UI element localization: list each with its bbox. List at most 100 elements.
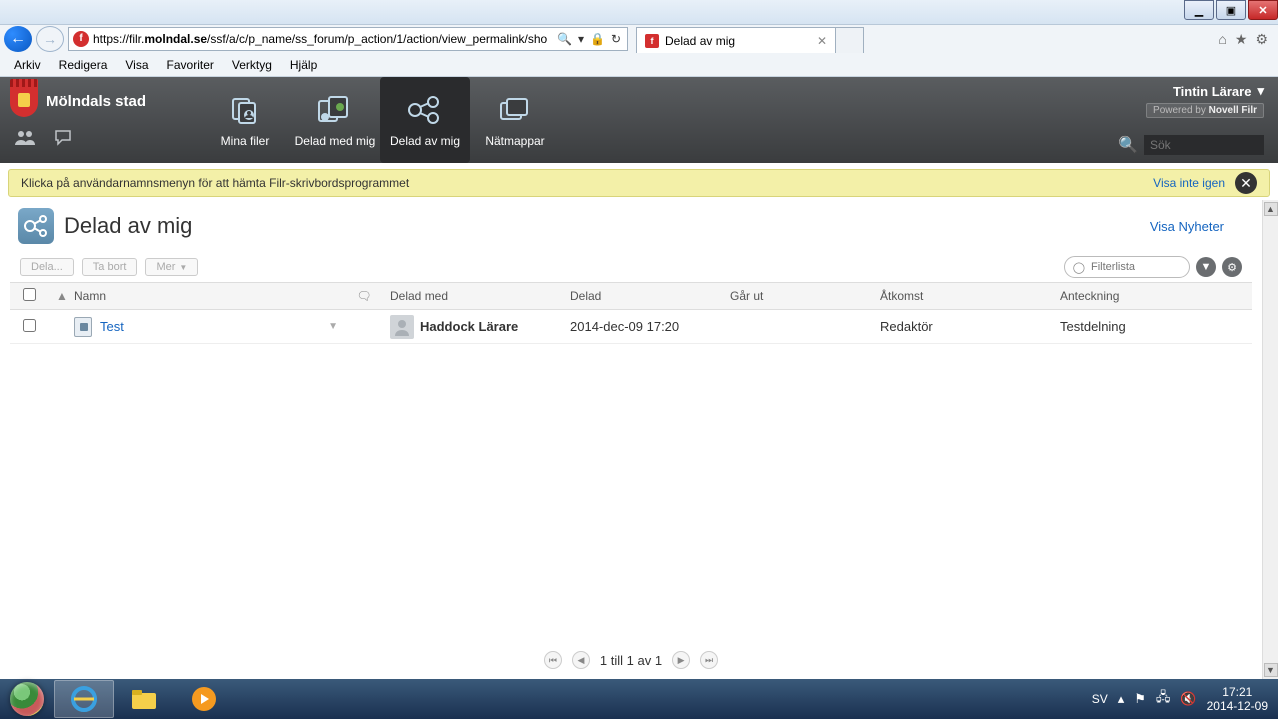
menu-visa[interactable]: Visa [125,58,148,72]
col-gar-ut[interactable]: Går ut [722,289,872,303]
task-ie[interactable] [54,680,114,718]
pager-prev-button[interactable]: ◀ [572,651,590,669]
row-shared-with: Haddock Lärare [420,319,518,334]
window-close-button[interactable]: ✕ [1248,0,1278,20]
window-minimize-button[interactable]: ▁ [1184,0,1214,20]
browser-menu-bar: Arkiv Redigera Visa Favoriter Verktyg Hj… [0,53,1278,77]
task-explorer[interactable] [114,680,174,718]
page-title: Delad av mig [64,213,192,239]
scroll-up-button[interactable]: ▲ [1264,202,1278,216]
col-comments-icon[interactable]: 🗨 [346,289,382,303]
chevron-down-icon: ▾ [1257,83,1264,99]
browser-tab[interactable]: f Delad av mig ✕ [636,27,836,53]
user-menu[interactable]: Tintin Lärare ▾ [1173,83,1264,99]
favorites-icon[interactable]: ★ [1235,31,1248,48]
filter-input-wrap[interactable]: ◯ [1064,256,1190,278]
page-title-icon [18,208,54,244]
pager-next-button[interactable]: ▶ [672,651,690,669]
task-media-player[interactable] [174,680,234,718]
brand[interactable]: Mölndals stad [0,77,200,121]
brand-shield-icon [10,85,38,117]
nav-label: Nätmappar [485,134,544,148]
shared-by-me-icon [405,92,445,128]
address-bar[interactable]: f https://filr.molndal.se/ssf/a/c/p_name… [68,27,628,51]
tab-close-button[interactable]: ✕ [817,34,827,48]
chat-icon[interactable] [52,127,78,149]
row-access: Redaktör [872,319,1052,334]
col-delad[interactable]: Delad [562,289,722,303]
tray-show-hidden-icon[interactable]: ▴ [1118,691,1125,707]
mer-button[interactable]: Mer▼ [145,258,198,276]
row-checkbox[interactable] [23,319,36,332]
col-namn[interactable]: Namn [66,289,346,303]
system-tray: SV ▴ ⚑ 🖧 🔇 17:21 2014-12-09 [1092,685,1278,714]
search-icon[interactable]: 🔍 [1118,135,1138,155]
forward-button[interactable]: → [36,26,64,52]
taskbar: SV ▴ ⚑ 🖧 🔇 17:21 2014-12-09 [0,679,1278,719]
sort-indicator-icon[interactable]: ▲ [48,289,66,303]
lock-icon[interactable]: 🔒 [590,32,605,46]
user-name: Tintin Lärare [1173,84,1252,99]
table-row[interactable]: Test ▼ Haddock Lärare 2014-dec-09 17:20 … [10,310,1252,344]
row-note: Testdelning [1052,319,1252,334]
nav-delad-av-mig[interactable]: Delad av mig [380,77,470,163]
col-delad-med[interactable]: Delad med [382,289,562,303]
nav-delad-med-mig[interactable]: Delad med mig [290,77,380,163]
nav-label: Delad av mig [390,134,460,148]
tools-icon[interactable]: ⚙ [1255,31,1268,48]
pager-first-button[interactable]: ⏮ [544,651,562,669]
notice-close-button[interactable]: ✕ [1235,172,1257,194]
row-menu-button[interactable]: ▼ [328,321,338,332]
tray-volume-icon[interactable]: 🔇 [1180,691,1196,707]
powered-by: Powered by Novell Filr [1146,103,1264,118]
row-name-link[interactable]: Test [100,319,124,334]
people-icon[interactable] [12,127,38,149]
dela-button[interactable]: Dela... [20,258,74,276]
tray-clock[interactable]: 17:21 2014-12-09 [1207,685,1268,714]
nav-label: Mina filer [221,134,270,148]
my-files-icon [225,92,265,128]
window-titlebar: ▁ ▣ ✕ [0,0,1278,25]
search-input[interactable] [1144,135,1264,155]
new-tab-button[interactable] [836,27,864,53]
col-anteckning[interactable]: Anteckning [1052,289,1252,303]
scroll-down-button[interactable]: ▼ [1264,663,1278,677]
start-orb-icon [10,682,44,716]
filter-input[interactable] [1091,261,1181,273]
select-all-checkbox[interactable] [23,288,36,301]
tray-lang[interactable]: SV [1092,692,1108,706]
pager-text: 1 till 1 av 1 [600,653,662,668]
info-notice: Klicka på användarnamnsmenyn för att häm… [8,169,1270,197]
tray-network-icon[interactable]: 🖧 [1156,688,1171,710]
col-atkomst[interactable]: Åtkomst [872,289,1052,303]
menu-hjalp[interactable]: Hjälp [290,58,317,72]
window-maximize-button[interactable]: ▣ [1216,0,1246,20]
visa-nyheter-link[interactable]: Visa Nyheter [1150,219,1244,234]
search-dropdown-icon[interactable]: 🔍 [557,32,572,46]
home-icon[interactable]: ⌂ [1218,31,1226,48]
menu-favoriter[interactable]: Favoriter [167,58,214,72]
notice-dismiss-link[interactable]: Visa inte igen [1153,176,1225,190]
nav-natmappar[interactable]: Nätmappar [470,77,560,163]
nav-mina-filer[interactable]: Mina filer [200,77,290,163]
start-button[interactable] [0,679,54,719]
back-button[interactable]: ← [4,26,32,52]
tab-title: Delad av mig [665,34,735,48]
pager-last-button[interactable]: ⏭ [700,651,718,669]
tray-flag-icon[interactable]: ⚑ [1134,691,1146,707]
vertical-scrollbar[interactable]: ▲ ▼ [1262,200,1278,679]
menu-arkiv[interactable]: Arkiv [14,58,41,72]
menu-verktyg[interactable]: Verktyg [232,58,272,72]
toolbar: Dela... Ta bort Mer▼ ◯ ▼ ⚙ [10,252,1252,282]
file-icon [74,317,92,337]
tabort-button[interactable]: Ta bort [82,258,138,276]
notice-text: Klicka på användarnamnsmenyn för att häm… [21,176,409,190]
refresh-icon[interactable]: ↻ [611,32,621,46]
favicon-icon: f [645,34,659,48]
filter-icon: ◯ [1073,261,1085,274]
filter-dropdown-button[interactable]: ▼ [1196,257,1216,277]
url-text: https://filr.molndal.se/ssf/a/c/p_name/s… [93,32,551,46]
menu-redigera[interactable]: Redigera [59,58,108,72]
settings-button[interactable]: ⚙ [1222,257,1242,277]
row-date: 2014-dec-09 17:20 [562,319,722,334]
